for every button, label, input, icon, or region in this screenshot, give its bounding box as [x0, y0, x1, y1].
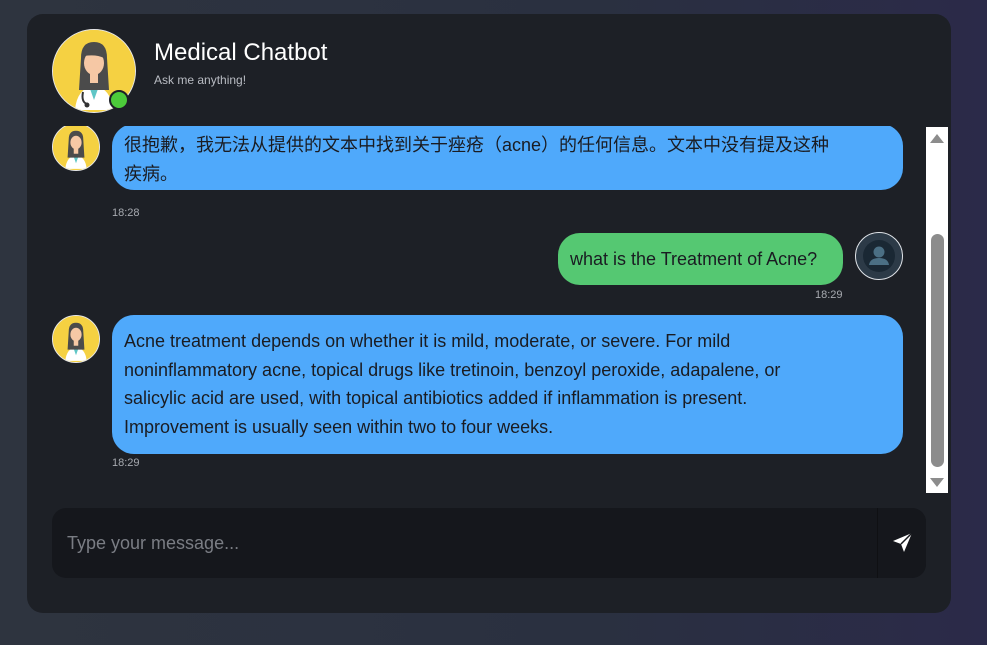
send-button[interactable]	[877, 508, 926, 578]
send-arrow-icon	[893, 532, 913, 552]
message-line: noninflammatory acne, topical drugs like…	[124, 359, 781, 380]
bot-avatar-icon	[52, 315, 100, 363]
chat-window: Medical Chatbot Ask me anything! 很抱歉，我无法…	[27, 14, 951, 613]
online-status-dot	[109, 90, 129, 110]
chat-header: Medical Chatbot Ask me anything!	[27, 14, 951, 126]
message-scrollbar[interactable]	[926, 127, 948, 493]
message-timestamp: 18:29	[815, 289, 843, 301]
message-line: 疾病。	[124, 163, 178, 184]
message-list: 很抱歉，我无法从提供的文本中找到关于痤疮（acne）的任何信息。文本中没有提及这…	[27, 126, 933, 493]
message-line: what is the Treatment of Acne?	[570, 249, 818, 269]
page-title: Medical Chatbot	[154, 39, 328, 66]
message-input[interactable]	[52, 508, 877, 578]
message-composer	[52, 508, 926, 578]
bot-message-bubble: 很抱歉，我无法从提供的文本中找到关于痤疮（acne）的任何信息。文本中没有提及这…	[112, 126, 903, 190]
scroll-down-arrow-icon[interactable]	[930, 478, 944, 487]
user-message-bubble: what is the Treatment of Acne?	[558, 233, 843, 285]
page-subtitle: Ask me anything!	[154, 73, 247, 87]
bot-avatar-icon	[52, 126, 100, 171]
message-timestamp: 18:28	[112, 207, 140, 219]
scroll-thumb[interactable]	[931, 234, 944, 467]
message-line: salicylic acid are used, with topical an…	[124, 388, 748, 409]
message-line: Acne treatment depends on whether it is …	[124, 331, 731, 351]
bot-message-bubble: Acne treatment depends on whether it is …	[112, 315, 903, 454]
message-line: Improvement is usually seen within two t…	[124, 417, 554, 438]
scroll-up-arrow-icon[interactable]	[930, 134, 944, 143]
message-line: 很抱歉，我无法从提供的文本中找到关于痤疮（acne）的任何信息。文本中没有提及这…	[124, 135, 830, 155]
user-avatar-icon	[855, 232, 903, 280]
message-timestamp: 18:29	[112, 457, 140, 469]
